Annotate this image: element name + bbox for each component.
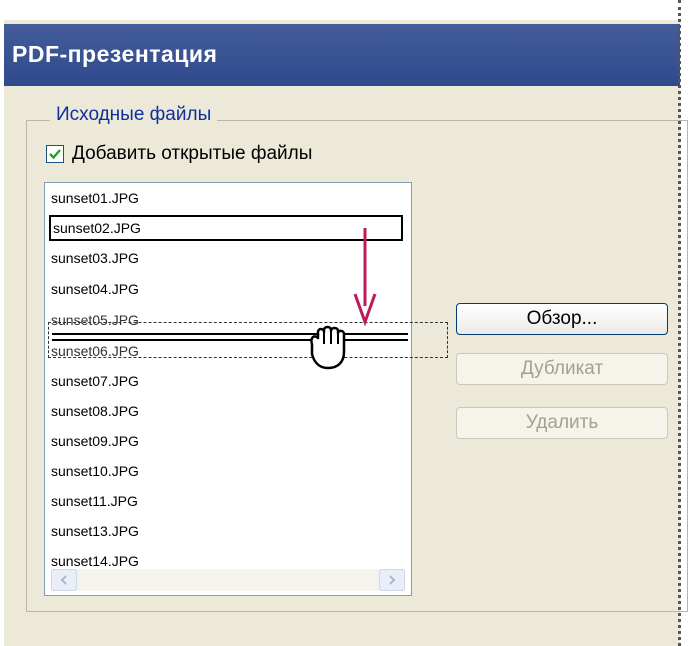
chevron-left-icon [60, 575, 67, 585]
horizontal-scrollbar[interactable] [51, 569, 405, 591]
title-bar: PDF-презентация [4, 24, 680, 86]
file-list-item[interactable]: sunset13.JPG [51, 518, 139, 544]
checkmark-icon [49, 149, 61, 160]
scroll-left-button[interactable] [51, 569, 77, 591]
file-list-item[interactable]: sunset01.JPG [51, 185, 139, 211]
file-list-item[interactable]: sunset08.JPG [51, 398, 139, 424]
file-list-item[interactable]: sunset11.JPG [51, 488, 138, 514]
window-title: PDF-презентация [12, 41, 218, 67]
chevron-right-icon [389, 575, 396, 585]
browse-button[interactable]: Обзор... [456, 303, 668, 335]
add-open-files-row[interactable]: Добавить открытые файлы [46, 143, 312, 165]
file-list-item[interactable]: sunset04.JPG [51, 276, 139, 302]
scroll-right-button[interactable] [379, 569, 405, 591]
duplicate-button[interactable]: Дубликат [456, 353, 668, 385]
file-list-item[interactable]: sunset10.JPG [51, 458, 139, 484]
drag-direction-arrow-icon [353, 228, 377, 326]
add-open-files-label: Добавить открытые файлы [72, 143, 313, 164]
source-files-group-label: Исходные файлы [50, 104, 218, 126]
remove-button[interactable]: Удалить [456, 407, 668, 439]
grab-hand-cursor-icon [310, 325, 346, 370]
file-list-item[interactable]: sunset03.JPG [51, 245, 139, 271]
file-list-item[interactable]: sunset07.JPG [51, 368, 139, 394]
add-open-files-checkbox[interactable] [46, 145, 64, 163]
file-list-item[interactable]: sunset09.JPG [51, 428, 139, 454]
